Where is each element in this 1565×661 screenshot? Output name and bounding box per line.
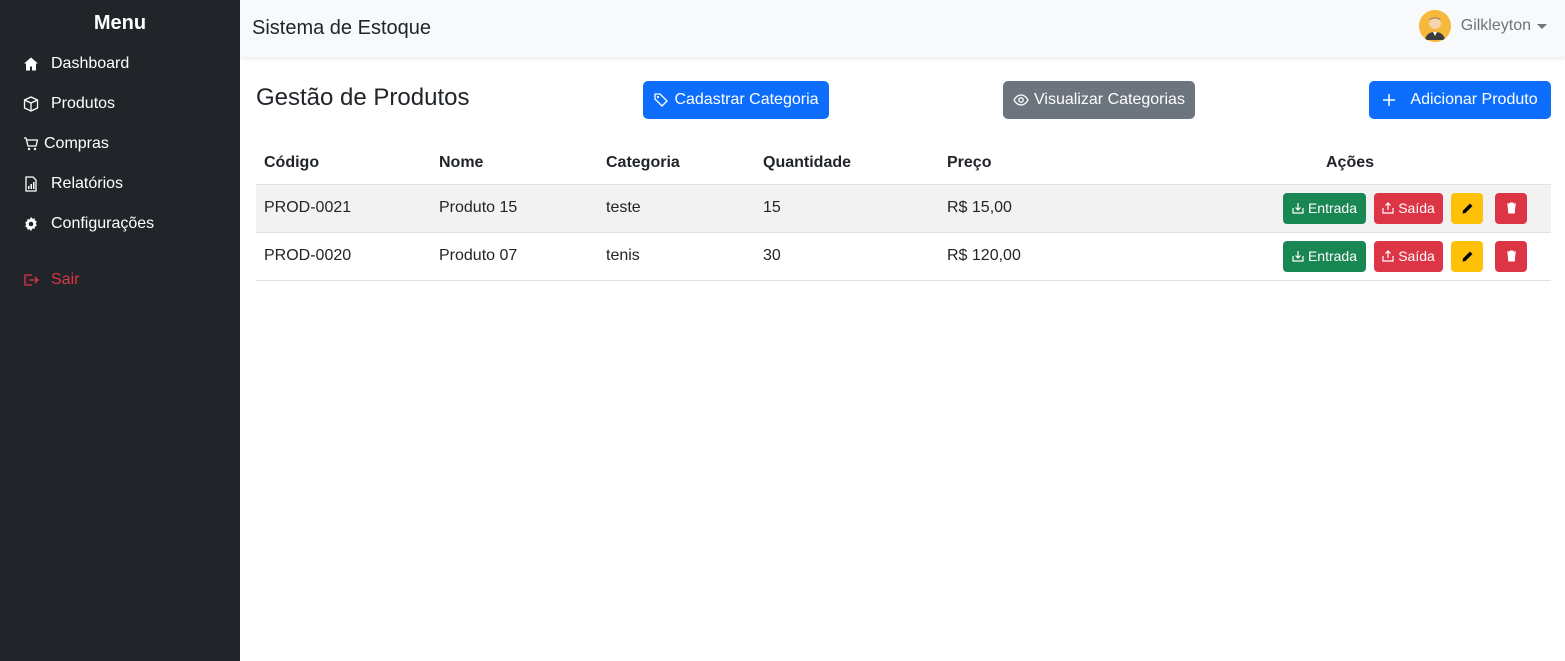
box-arrow-in-icon: [1292, 250, 1304, 262]
entrada-button[interactable]: Entrada: [1283, 240, 1366, 272]
trash-icon: [1506, 202, 1517, 214]
plus-icon: [1382, 93, 1396, 107]
sidebar-title: Menu: [93, 12, 147, 34]
cell-actions: Entrada Saída: [1149, 232, 1551, 281]
sidebar-item-label: Sair: [51, 271, 80, 288]
header-preco: Preço: [939, 143, 1149, 185]
cell-name: Produto 15: [431, 184, 598, 233]
add-category-label: Cadastrar Categoria: [674, 91, 819, 108]
user-name: Gilkleyton: [1460, 17, 1531, 34]
view-categories-label: Visualizar Categorias: [1034, 91, 1185, 108]
header-categoria: Categoria: [598, 143, 755, 185]
box-arrow-in-icon: [1292, 202, 1304, 214]
box-arrow-out-icon: [1382, 250, 1394, 262]
sidebar-item-label: Compras: [44, 135, 109, 152]
app-title[interactable]: Sistema de Estoque: [252, 17, 431, 40]
report-icon: [22, 175, 40, 193]
table-row: PROD-0021 Produto 15 teste 15 R$ 15,00 E…: [256, 184, 1551, 233]
sidebar-item-label: Relatórios: [51, 175, 124, 192]
cart-icon: [22, 135, 40, 153]
edit-button[interactable]: [1451, 192, 1483, 224]
gear-icon: [22, 215, 40, 233]
sidebar-item-label: Configurações: [51, 215, 155, 232]
cell-actions: Entrada Saída: [1149, 184, 1551, 233]
saida-label: Saída: [1398, 200, 1435, 216]
entrada-label: Entrada: [1307, 200, 1358, 216]
chevron-down-icon: [1537, 23, 1547, 29]
table-header-row: Código Nome Categoria Quantidade Preço A…: [256, 143, 1551, 185]
sidebar-item-relatorios[interactable]: Relatórios: [0, 164, 240, 204]
add-category-button[interactable]: Cadastrar Categoria: [643, 81, 829, 119]
edit-button[interactable]: [1451, 240, 1483, 272]
sidebar-item-produtos[interactable]: Produtos: [0, 84, 240, 124]
cell-category: teste: [598, 184, 755, 233]
pencil-icon: [1461, 202, 1474, 215]
cell-name: Produto 07: [431, 232, 598, 281]
home-icon: [22, 55, 40, 73]
table-row: PROD-0020 Produto 07 tenis 30 R$ 120,00 …: [256, 232, 1551, 281]
page-title: Gestão de Produtos: [256, 84, 470, 111]
tag-icon: [653, 92, 669, 108]
logout-icon: [22, 271, 40, 289]
sidebar-item-sair[interactable]: Sair: [0, 260, 240, 300]
sidebar-item-label: Dashboard: [51, 55, 130, 72]
add-product-label: Adicionar Produto: [1410, 91, 1538, 108]
entrada-label: Entrada: [1307, 248, 1358, 264]
main-content: Gestão de Produtos Cadastrar Categoria V…: [240, 57, 1565, 661]
pencil-icon: [1461, 250, 1474, 263]
cell-price: R$ 120,00: [939, 232, 1149, 281]
header-nome: Nome: [431, 143, 598, 185]
cell-code: PROD-0020: [256, 232, 431, 281]
products-table: Código Nome Categoria Quantidade Preço A…: [256, 143, 1551, 281]
user-avatar-icon: [1418, 10, 1451, 42]
sidebar: Menu Dashboard Produtos Compras Relatóri…: [0, 0, 240, 661]
delete-button[interactable]: [1495, 192, 1527, 224]
user-menu[interactable]: Gilkleyton: [1418, 10, 1547, 42]
delete-button[interactable]: [1495, 240, 1527, 272]
add-product-button[interactable]: Adicionar Produto: [1369, 81, 1551, 119]
sidebar-item-configuracoes[interactable]: Configurações: [0, 204, 240, 244]
saida-label: Saída: [1398, 248, 1435, 264]
sidebar-item-compras[interactable]: Compras: [0, 124, 240, 164]
header-acoes: Ações: [1149, 143, 1551, 185]
topbar: Sistema de Estoque Gilkleyton: [240, 0, 1565, 57]
header-quantidade: Quantidade: [755, 143, 939, 185]
entrada-button[interactable]: Entrada: [1283, 192, 1366, 224]
sidebar-nav: Dashboard Produtos Compras Relatórios Co…: [0, 44, 240, 300]
cell-quantity: 15: [755, 184, 939, 233]
trash-icon: [1506, 250, 1517, 262]
cell-price: R$ 15,00: [939, 184, 1149, 233]
view-categories-button[interactable]: Visualizar Categorias: [1003, 81, 1195, 119]
header-codigo: Código: [256, 143, 431, 185]
eye-icon: [1013, 92, 1029, 108]
box-arrow-out-icon: [1382, 202, 1394, 214]
saida-button[interactable]: Saída: [1374, 240, 1443, 272]
sidebar-item-dashboard[interactable]: Dashboard: [0, 44, 240, 84]
saida-button[interactable]: Saída: [1374, 192, 1443, 224]
box-icon: [22, 95, 40, 113]
cell-code: PROD-0021: [256, 184, 431, 233]
sidebar-item-label: Produtos: [51, 95, 116, 112]
cell-category: tenis: [598, 232, 755, 281]
cell-quantity: 30: [755, 232, 939, 281]
